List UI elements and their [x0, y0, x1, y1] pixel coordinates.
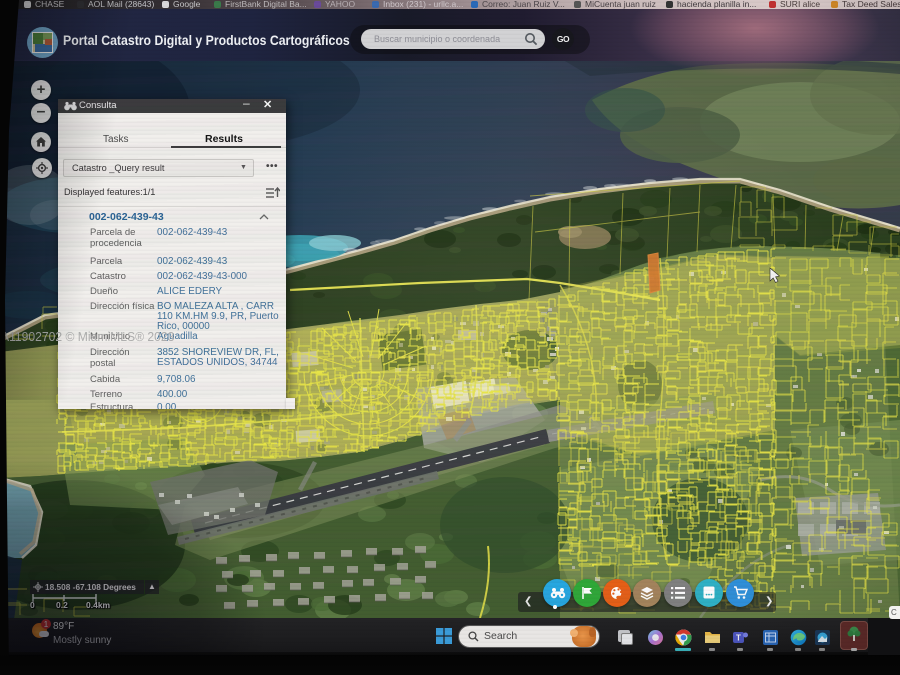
svg-text:T: T — [736, 634, 741, 643]
